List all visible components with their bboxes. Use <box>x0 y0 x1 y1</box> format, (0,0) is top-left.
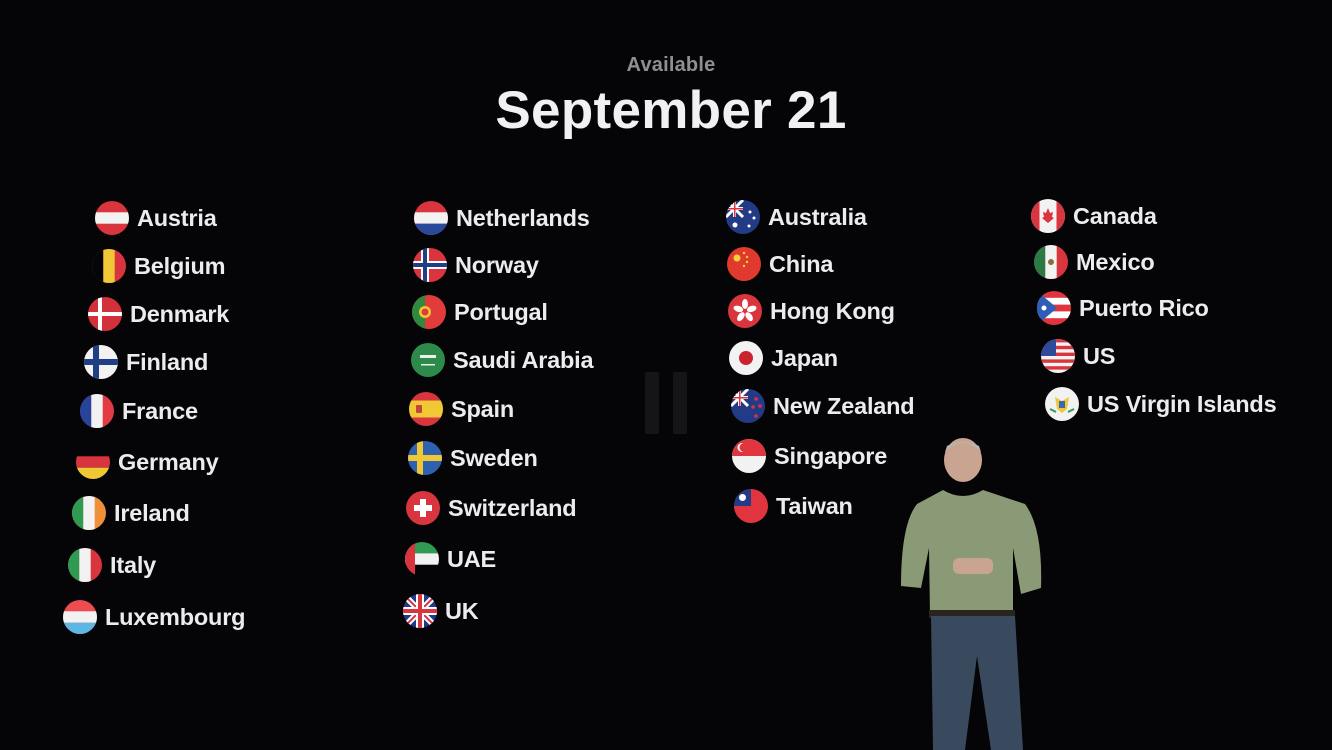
country-name: Luxembourg <box>105 603 246 630</box>
country-name: Austria <box>137 204 217 231</box>
country-name: Germany <box>118 448 219 475</box>
country-name: Canada <box>1073 202 1157 229</box>
country-name: France <box>122 397 198 424</box>
country-item: Portugal <box>412 295 548 329</box>
slide-title: September 21 <box>495 81 847 140</box>
denmark-flag-icon <box>88 297 122 331</box>
netherlands-flag-icon <box>414 201 448 235</box>
country-name: Ireland <box>114 499 190 526</box>
country-item: Ireland <box>72 496 190 530</box>
country-name: China <box>769 250 834 277</box>
country-name: New Zealand <box>773 392 915 419</box>
hong-kong-flag-icon <box>728 294 762 328</box>
country-item: Saudi Arabia <box>411 343 594 377</box>
germany-flag-icon <box>76 445 110 479</box>
country-item: Singapore <box>732 439 887 473</box>
country-item: Netherlands <box>414 201 590 235</box>
country-item: UAE <box>405 542 496 576</box>
country-item: Austria <box>95 201 217 235</box>
us-flag-icon <box>1041 339 1075 373</box>
france-flag-icon <box>80 394 114 428</box>
country-name: Australia <box>768 203 867 230</box>
country-name: Spain <box>451 395 514 422</box>
country-name: Japan <box>771 344 838 371</box>
spain-flag-icon <box>409 392 443 426</box>
pause-icon[interactable] <box>645 372 687 434</box>
country-item: Denmark <box>88 297 229 331</box>
country-item: Taiwan <box>734 489 853 523</box>
country-name: Saudi Arabia <box>453 346 594 373</box>
country-item: Sweden <box>408 441 538 475</box>
puerto-rico-flag-icon <box>1037 291 1071 325</box>
country-name: Netherlands <box>456 204 590 231</box>
country-name: UK <box>445 597 479 624</box>
country-name: Belgium <box>134 252 226 279</box>
country-name: Hong Kong <box>770 297 895 324</box>
country-name: US <box>1083 342 1116 369</box>
taiwan-flag-icon <box>734 489 768 523</box>
italy-flag-icon <box>68 548 102 582</box>
country-item: New Zealand <box>731 389 915 423</box>
country-item: UK <box>403 594 479 628</box>
australia-flag-icon <box>726 200 760 234</box>
country-name: Puerto Rico <box>1079 294 1209 321</box>
austria-flag-icon <box>95 201 129 235</box>
country-name: Mexico <box>1076 248 1155 275</box>
country-name: Finland <box>126 348 209 375</box>
country-name: Sweden <box>450 444 538 471</box>
country-item: Japan <box>729 341 838 375</box>
country-item: Puerto Rico <box>1037 291 1209 325</box>
country-item: Belgium <box>92 249 226 283</box>
country-item: US Virgin Islands <box>1045 387 1277 421</box>
country-item: Hong Kong <box>728 294 895 328</box>
luxembourg-flag-icon <box>63 600 97 634</box>
country-item: France <box>80 394 198 428</box>
us-virgin-islands-flag-icon <box>1045 387 1079 421</box>
country-item: Luxembourg <box>63 600 246 634</box>
norway-flag-icon <box>413 248 447 282</box>
japan-flag-icon <box>729 341 763 375</box>
slide-subtitle: Available <box>626 54 716 76</box>
saudi-arabia-flag-icon <box>411 343 445 377</box>
country-item: Australia <box>726 200 867 234</box>
portugal-flag-icon <box>412 295 446 329</box>
country-name: Portugal <box>454 298 548 325</box>
new-zealand-flag-icon <box>731 389 765 423</box>
country-item: Mexico <box>1034 245 1155 279</box>
country-name: Denmark <box>130 300 230 327</box>
singapore-flag-icon <box>732 439 766 473</box>
ireland-flag-icon <box>72 496 106 530</box>
belgium-flag-icon <box>92 249 126 283</box>
country-item: Switzerland <box>406 491 577 525</box>
finland-flag-icon <box>84 345 118 379</box>
country-name: Italy <box>110 551 157 578</box>
country-name: Taiwan <box>776 492 853 519</box>
china-flag-icon <box>727 247 761 281</box>
mexico-flag-icon <box>1034 245 1068 279</box>
country-name: US Virgin Islands <box>1087 390 1277 417</box>
uk-flag-icon <box>403 594 437 628</box>
country-item: Norway <box>413 248 539 282</box>
country-item: Finland <box>84 345 208 379</box>
country-item: Spain <box>409 392 514 426</box>
country-name: UAE <box>447 545 497 572</box>
country-item: Canada <box>1031 199 1157 233</box>
country-item: US <box>1041 339 1115 373</box>
country-name: Switzerland <box>448 494 577 521</box>
country-item: China <box>727 247 833 281</box>
presenter-figure <box>901 438 1042 750</box>
switzerland-flag-icon <box>406 491 440 525</box>
canada-flag-icon <box>1031 199 1065 233</box>
sweden-flag-icon <box>408 441 442 475</box>
country-name: Singapore <box>774 442 888 469</box>
uae-flag-icon <box>405 542 439 576</box>
country-name: Norway <box>455 251 539 278</box>
country-item: Italy <box>68 548 156 582</box>
country-item: Germany <box>76 445 219 479</box>
